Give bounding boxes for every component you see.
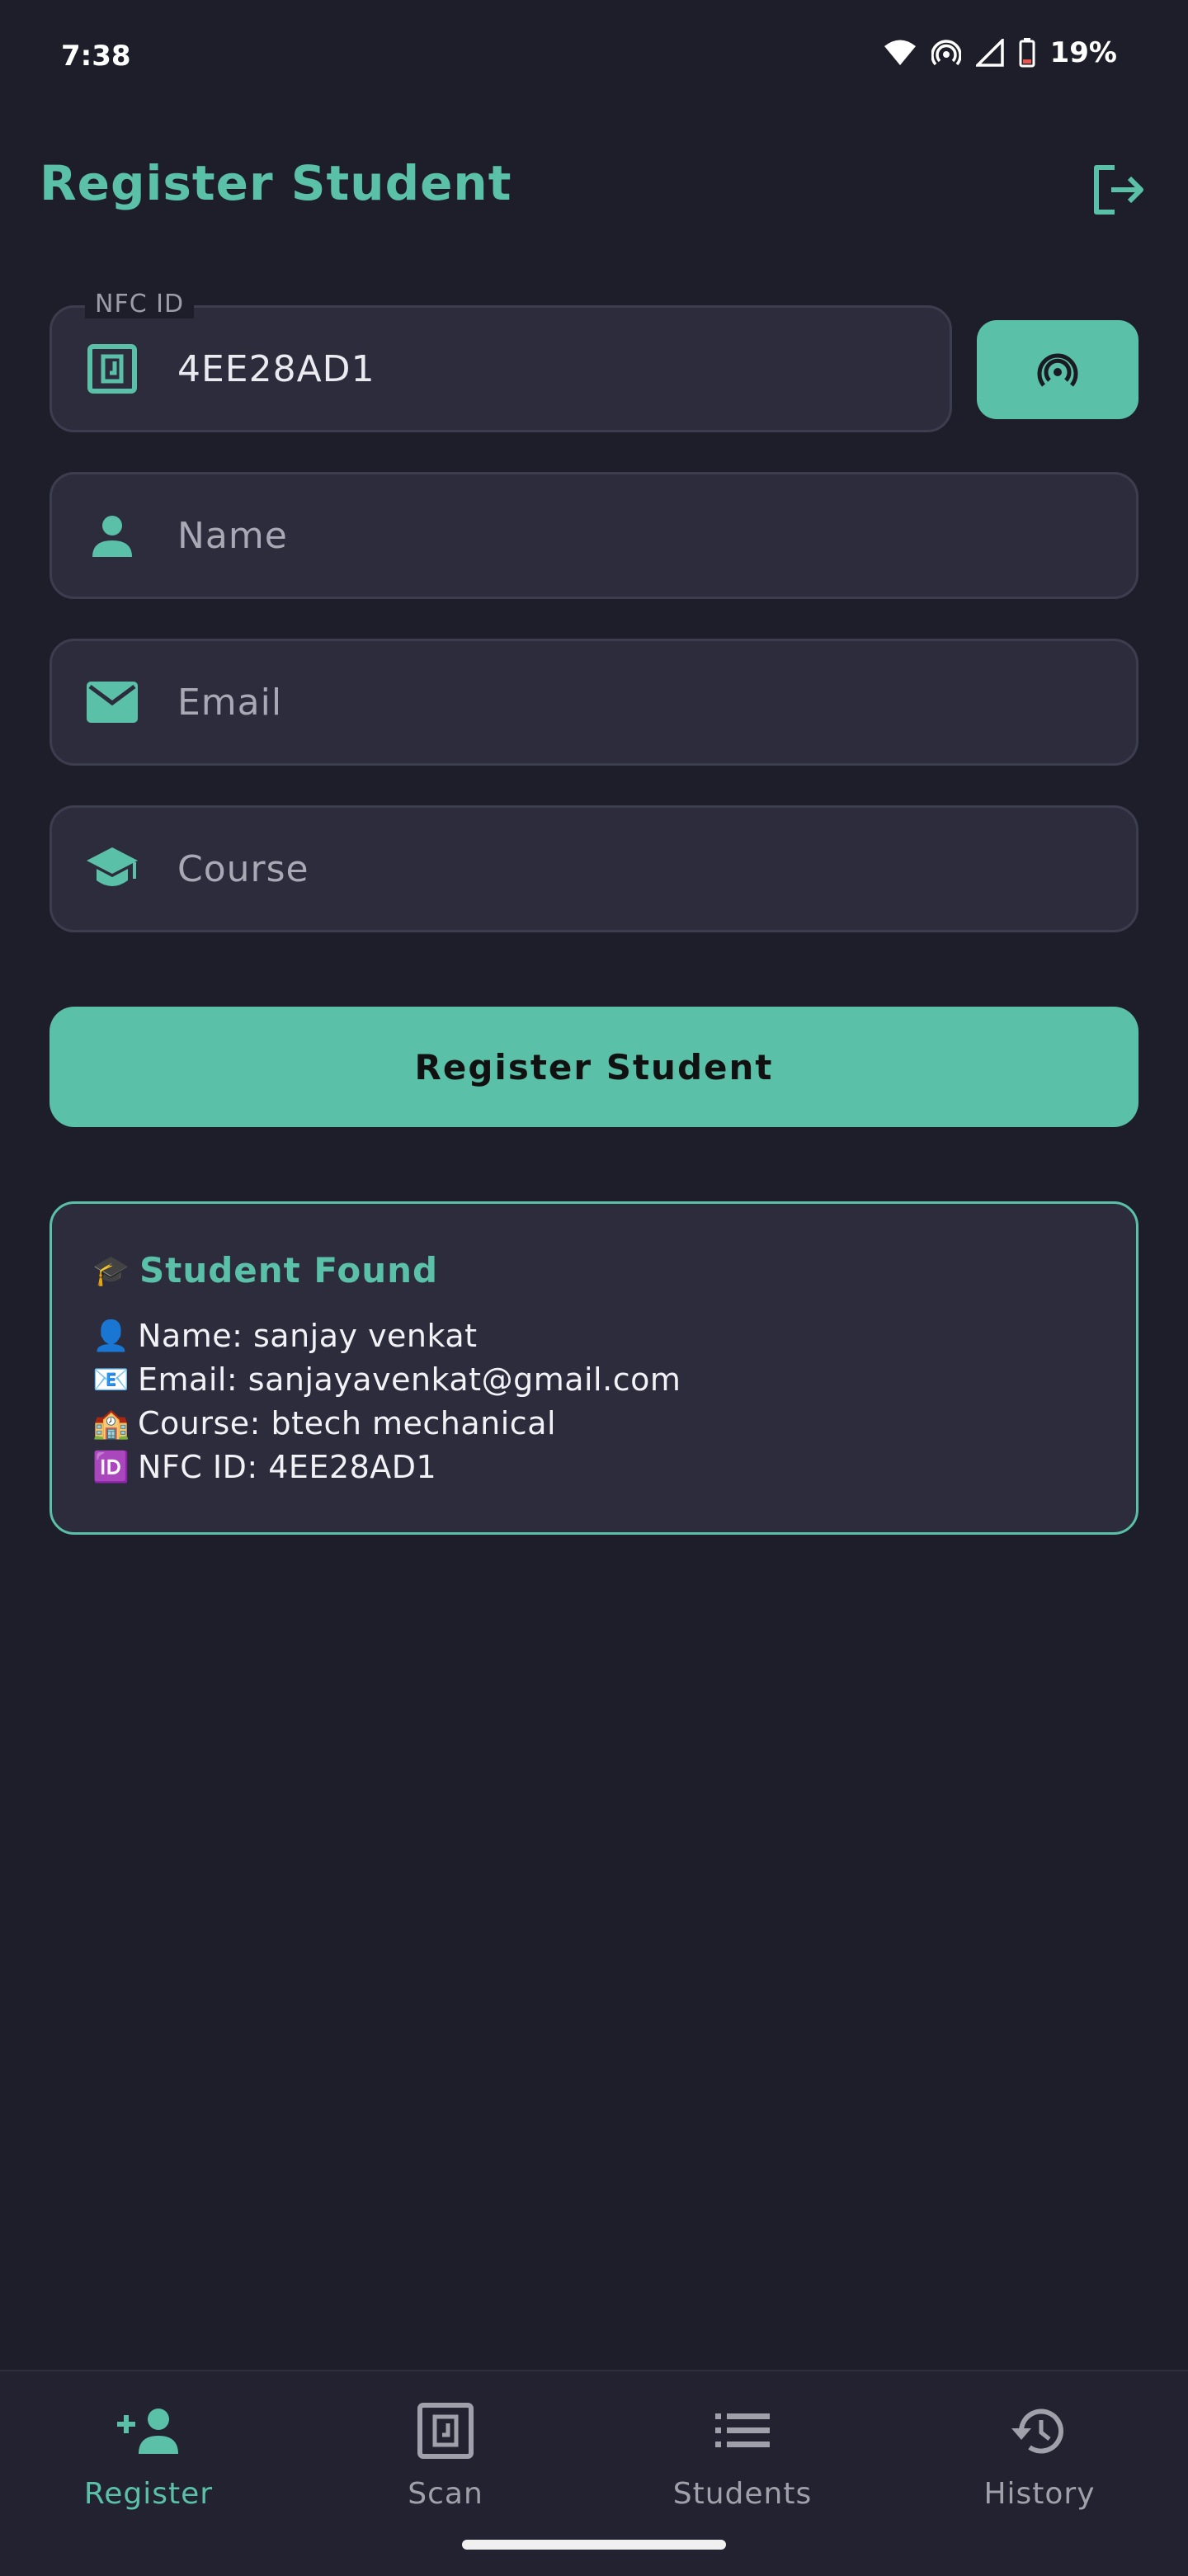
status-time: 7:38 [61,40,131,73]
nav-item-history[interactable]: History [891,2396,1188,2511]
student-course: Course: btech mechanical [138,1405,557,1441]
page-title: Register Student [40,155,512,211]
nav-label-history: History [983,2477,1096,2511]
course-input[interactable]: Course [177,808,309,930]
nfc-id-field[interactable]: NFC ID 4EE28AD1 [50,290,952,432]
id-emoji-icon: 🆔 [92,1451,130,1484]
student-nfc-line: 🆔 NFC ID: 4EE28AD1 [92,1449,437,1485]
wifi-icon [884,39,917,67]
graduation-cap-icon [83,840,141,898]
nav-item-register[interactable]: Register [0,2396,297,2511]
nfc-signal-icon [1037,353,1078,387]
mail-icon [83,673,141,731]
name-input[interactable]: Name [177,474,288,597]
battery-percent: 19% [1049,36,1117,69]
hotspot-icon [931,38,961,68]
school-emoji-icon: 🏫 [92,1407,130,1441]
history-icon [1005,2396,1074,2465]
nav-label-students: Students [672,2477,813,2511]
register-student-button[interactable]: Register Student [50,1007,1138,1127]
student-email-line: 📧 Email: sanjayavenkat@gmail.com [92,1361,681,1398]
card-title: 🎓 Student Found [92,1250,439,1290]
add-person-icon [114,2396,183,2465]
student-name-line: 👤 Name: sanjay venkat [92,1318,478,1354]
status-icons: 19% [884,36,1117,69]
email-emoji-icon: 📧 [92,1363,130,1397]
graduation-cap-emoji-icon: 🎓 [92,1253,130,1288]
email-field[interactable]: Email [50,639,1138,766]
student-name: Name: sanjay venkat [138,1318,478,1354]
nav-label-scan: Scan [408,2477,483,2511]
name-field[interactable]: Name [50,472,1138,599]
person-icon [83,507,141,564]
list-icon [708,2396,777,2465]
course-field[interactable]: Course [50,805,1138,932]
battery-icon [1019,38,1035,68]
logout-icon [1094,165,1143,215]
logout-button[interactable] [1086,157,1152,223]
scan-nfc-button[interactable] [977,320,1138,419]
student-found-card: 🎓 Student Found 👤 Name: sanjay venkat 📧 … [50,1201,1138,1535]
card-title-text: Student Found [139,1250,439,1290]
student-course-line: 🏫 Course: btech mechanical [92,1405,557,1441]
nav-item-scan[interactable]: Scan [297,2396,594,2511]
nfc-icon [411,2396,480,2465]
nav-item-students[interactable]: Students [594,2396,891,2511]
signal-icon [975,39,1004,67]
nfc-icon [83,340,141,398]
home-indicator[interactable] [462,2540,726,2550]
nfc-id-value: 4EE28AD1 [177,347,375,390]
student-email: Email: sanjayavenkat@gmail.com [138,1361,681,1398]
student-nfc-id: NFC ID: 4EE28AD1 [138,1449,437,1485]
person-emoji-icon: 👤 [92,1319,130,1353]
nav-label-register: Register [83,2477,214,2511]
email-input[interactable]: Email [177,641,282,763]
status-bar: 7:38 19% [0,0,1188,116]
